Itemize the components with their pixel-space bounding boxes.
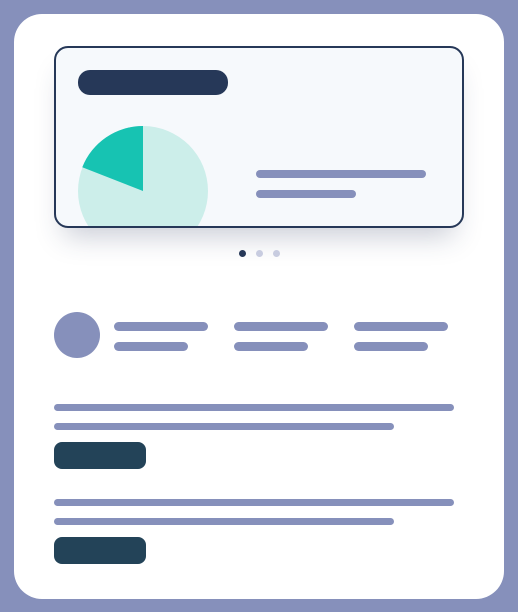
stat-line bbox=[354, 322, 448, 331]
text-line bbox=[54, 423, 394, 430]
hero-title bbox=[78, 70, 228, 95]
info-row bbox=[54, 312, 464, 368]
cta-button[interactable] bbox=[54, 442, 146, 469]
carousel-dot[interactable] bbox=[256, 250, 263, 257]
content-section bbox=[54, 499, 464, 564]
stat-line bbox=[234, 342, 308, 351]
hero-text-line bbox=[256, 170, 426, 178]
stat-line bbox=[354, 342, 428, 351]
carousel-dot[interactable] bbox=[239, 250, 246, 257]
carousel-dots bbox=[14, 250, 504, 257]
text-line bbox=[54, 404, 454, 411]
content-section bbox=[54, 404, 464, 469]
hero-text-line bbox=[256, 190, 356, 198]
text-line bbox=[54, 518, 394, 525]
cta-button[interactable] bbox=[54, 537, 146, 564]
stat-line bbox=[234, 322, 328, 331]
stat-line bbox=[114, 322, 208, 331]
hero-card[interactable] bbox=[54, 46, 464, 228]
text-line bbox=[54, 499, 454, 506]
avatar[interactable] bbox=[54, 312, 100, 358]
pie-chart-icon bbox=[78, 126, 208, 228]
stat-line bbox=[114, 342, 188, 351]
main-card bbox=[14, 14, 504, 599]
carousel-dot[interactable] bbox=[273, 250, 280, 257]
